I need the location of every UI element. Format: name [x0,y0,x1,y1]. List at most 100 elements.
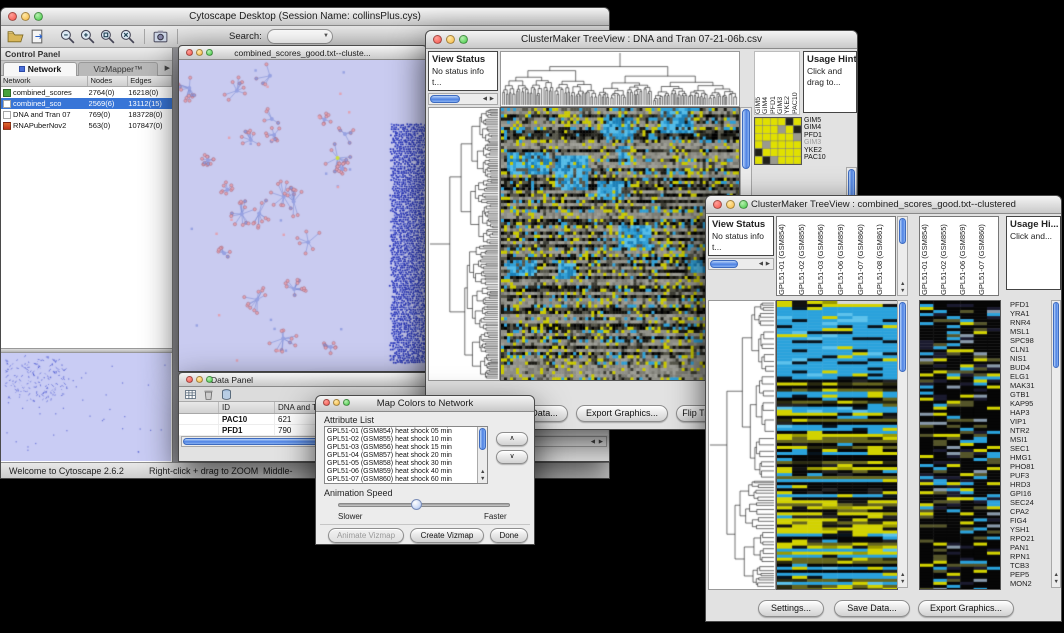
trash-icon[interactable] [202,388,215,401]
scrollbar-thumb[interactable] [1053,302,1059,368]
zoom-fit-icon[interactable] [119,28,136,45]
tab-vizmapper[interactable]: VizMapper™ [78,62,158,76]
row-dendrogram[interactable] [428,107,500,381]
network-list-row[interactable]: DNA and Tran 07769(0)183728(0) [1,109,172,120]
minimize-button[interactable] [21,12,30,21]
export-graphics-button[interactable]: Export Graphics... [576,405,668,422]
attribute-list-item[interactable]: GPL51-04 (GSM857) heat shock 20 min [325,452,477,460]
move-down-button[interactable]: ∨ [496,450,528,464]
attribute-list-item[interactable]: GPL51-03 (GSM856) heat shock 15 min [325,444,477,452]
attribute-list-item[interactable]: GPL51-01 (GSM854) heat shock 05 min [325,428,477,436]
tab-scroll-arrow-icon[interactable]: ▶ [165,64,170,72]
gene-list-vscrollbar[interactable]: ▲ ▼ [1051,300,1061,588]
scrollbar-thumb[interactable] [430,95,460,103]
scroll-down-icon[interactable]: ▼ [1054,580,1059,586]
scrollbar-thumb[interactable] [710,260,738,268]
zoom-button[interactable] [739,200,748,209]
scroll-down-icon[interactable]: ▼ [900,289,905,295]
open-folder-icon[interactable] [7,28,24,45]
main-title-bar[interactable]: Cytoscape Desktop (Session Name: collins… [1,8,609,26]
expression-heatmap[interactable] [500,107,740,381]
row-dendrogram[interactable] [708,300,776,590]
column-labels-vscrollbar[interactable]: ▲ ▼ [897,216,908,296]
list-vscrollbar[interactable]: ▲ ▼ [477,427,487,483]
animate-vizmap-button[interactable]: Animate Vizmap [328,528,404,543]
attribute-listbox[interactable]: GPL51-01 (GSM854) heat shock 05 minGPL51… [324,426,488,484]
export-graphics-button[interactable]: Export Graphics... [918,600,1014,617]
minimize-button[interactable] [333,399,340,406]
tab-network[interactable]: Network [3,62,77,76]
network-list-row[interactable]: combined_sco2569(6)13112(15) [1,98,172,109]
done-button[interactable]: Done [490,528,528,543]
treeview-dna-title-bar[interactable]: ClusterMaker TreeView : DNA and Tran 07-… [426,31,857,49]
scrollbar-thumb[interactable] [899,218,906,244]
network-overview-thumbnail[interactable] [1,353,171,461]
control-panel: Control Panel Network VizMapper™ ▶ Netwo… [1,48,173,463]
settings-button[interactable]: Settings... [758,600,824,617]
zoom-button[interactable] [459,35,468,44]
close-button[interactable] [186,376,193,383]
grid-icon[interactable] [184,388,197,401]
scroll-up-icon[interactable]: ▲ [900,573,905,579]
minimize-button[interactable] [726,200,735,209]
scroll-right-icon[interactable]: ▶ [490,97,494,103]
zoom-out-icon[interactable] [59,28,76,45]
save-data-button[interactable]: Save Data... [834,600,910,617]
zoom-button[interactable] [206,376,213,383]
cell: RNAPuberNov2 [13,120,89,131]
slider-thumb[interactable] [411,499,422,510]
treeview-combined-title-bar[interactable]: ClusterMaker TreeView : combined_scores_… [706,196,1061,214]
scroll-left-icon[interactable]: ◀ [759,262,763,268]
zoom-selected-icon[interactable] [99,28,116,45]
network-view-title-bar[interactable]: combined_scores_good.txt--cluste... [179,46,426,60]
snapshot-icon[interactable] [152,28,169,45]
scroll-up-icon[interactable]: ▲ [900,282,905,288]
attribute-list-item[interactable]: GPL51-02 (GSM855) heat shock 10 min [325,436,477,444]
zoom-button[interactable] [343,399,350,406]
close-button[interactable] [186,49,193,56]
expression-heatmap[interactable] [776,300,898,590]
close-button[interactable] [8,12,17,21]
scroll-right-icon[interactable]: ▶ [599,440,603,446]
close-button[interactable] [323,399,330,406]
attribute-list-item[interactable]: GPL51-07 (GSM860) heat shock 60 min [325,476,477,484]
search-input[interactable]: ▼ [267,29,333,44]
similarity-matrix[interactable] [754,117,802,165]
minimize-button[interactable] [446,35,455,44]
scroll-down-icon[interactable]: ▼ [480,477,485,483]
network-list-row[interactable]: RNAPuberNov2563(0)107847(0) [1,120,172,131]
zoom-button[interactable] [34,12,43,21]
secondary-heatmap[interactable] [919,300,1001,590]
create-vizmap-button[interactable]: Create Vizmap [410,528,484,543]
cell: 2764(0) [89,87,129,98]
scroll-left-icon[interactable]: ◀ [483,97,487,103]
network-canvas[interactable] [179,60,426,371]
scroll-up-icon[interactable]: ▲ [480,470,485,476]
column-dendrogram[interactable] [500,51,740,107]
map-colors-title-bar[interactable]: Map Colors to Network [316,396,534,412]
scroll-left-icon[interactable]: ◀ [591,440,595,446]
zoom-button[interactable] [206,49,213,56]
close-button[interactable] [433,35,442,44]
move-up-button[interactable]: ∧ [496,432,528,446]
scrollbar-thumb[interactable] [742,109,750,169]
attribute-list-item[interactable]: GPL51-05 (GSM858) heat shock 30 min [325,460,477,468]
close-button[interactable] [713,200,722,209]
dropdown-caret-icon[interactable]: ▼ [323,30,329,43]
dendrogram-hscrollbar[interactable]: ◀ ▶ [708,258,774,270]
heatmap-vscrollbar[interactable]: ▲ ▼ [897,300,908,588]
scroll-right-icon[interactable]: ▶ [766,262,770,268]
export-icon[interactable] [29,28,46,45]
minimize-button[interactable] [196,49,203,56]
attribute-list-item[interactable]: GPL51-06 (GSM859) heat shock 40 min [325,468,477,476]
scroll-up-icon[interactable]: ▲ [1054,573,1059,579]
zoom-in-icon[interactable] [79,28,96,45]
minimize-button[interactable] [196,376,203,383]
scroll-down-icon[interactable]: ▼ [900,580,905,586]
animation-speed-slider[interactable] [338,503,510,507]
scrollbar-thumb[interactable] [899,302,906,372]
network-list-row[interactable]: combined_scores2764(0)16218(0) [1,87,172,98]
scrollbar-thumb[interactable] [479,428,486,450]
database-icon[interactable] [220,388,233,401]
dendrogram-hscrollbar[interactable]: ◀ ▶ [428,93,498,105]
